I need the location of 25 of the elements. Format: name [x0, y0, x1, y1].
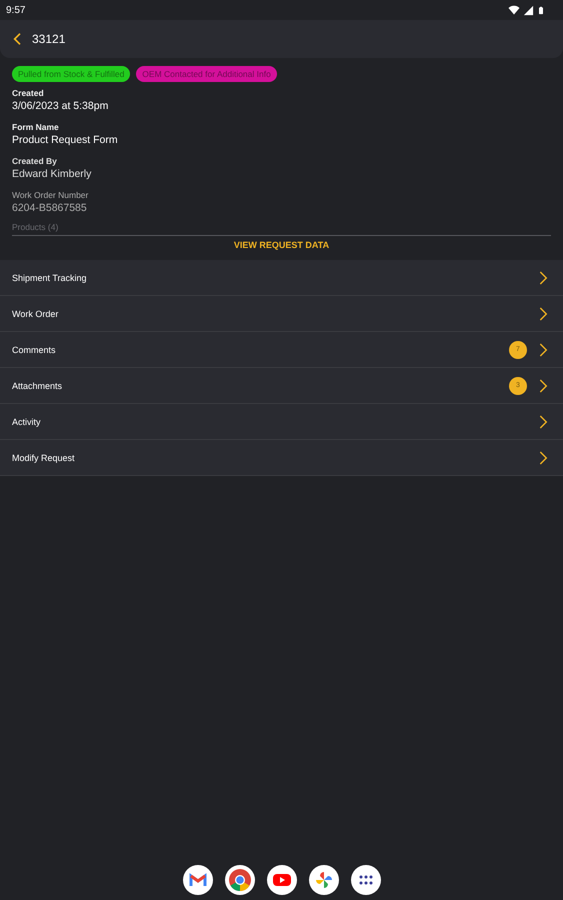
status-tag: Pulled from Stock & Fulfilled	[12, 66, 130, 82]
apps-icon[interactable]	[350, 865, 380, 895]
field-label: Created By	[12, 156, 58, 166]
menu-item[interactable]: Shipment Tracking	[0, 260, 563, 296]
mail-icon[interactable]	[182, 865, 212, 895]
status-tag: OEM Contacted for Additional Info	[136, 66, 277, 82]
field-label: Created	[12, 88, 45, 98]
field-value: Product Request Form	[12, 134, 119, 146]
page-title: 33121	[32, 32, 66, 46]
globe-icon[interactable]	[224, 865, 254, 895]
field-label: Form Name	[12, 122, 60, 132]
status-time: 9:57	[6, 4, 26, 16]
menu-item[interactable]: Modify Request	[0, 440, 563, 476]
section-label: Products (4)	[12, 222, 60, 232]
signal-icon	[523, 4, 534, 16]
pinwheel-icon[interactable]	[308, 865, 338, 895]
menu-item[interactable]: Work Order	[0, 296, 563, 332]
view-request-data-button[interactable]: VIEW REQUEST DATA	[226, 236, 338, 254]
field-label: Work Order Number	[12, 190, 90, 200]
field-value: Edward Kimberly	[12, 168, 92, 180]
wifi-icon	[508, 4, 520, 16]
field-value: 3/06/2023 at 5:38pm	[12, 100, 110, 112]
play-icon[interactable]	[266, 865, 296, 895]
field-value: 6204-B5867585	[12, 202, 88, 214]
menu-item[interactable]: Activity	[0, 404, 563, 440]
